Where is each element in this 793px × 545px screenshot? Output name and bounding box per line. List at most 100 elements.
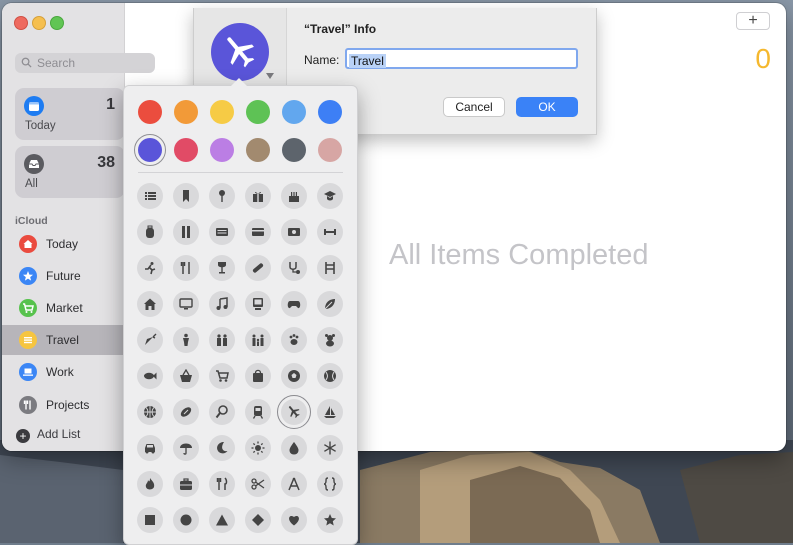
person-icon[interactable] — [173, 327, 199, 353]
sidebar-item-projects[interactable]: Projects — [2, 390, 124, 420]
desktop-icon[interactable] — [245, 291, 271, 317]
baseball-icon[interactable] — [317, 363, 343, 389]
name-field[interactable]: Travel — [345, 48, 578, 69]
family-icon[interactable] — [245, 327, 271, 353]
smart-list-today[interactable]: 1 Today — [15, 88, 125, 140]
sidebar-item-work[interactable]: Work — [2, 357, 124, 387]
fork-knife-icon[interactable] — [173, 255, 199, 281]
cake-icon[interactable] — [281, 183, 307, 209]
diamond-icon[interactable] — [245, 507, 271, 533]
sidebar-item-market[interactable]: Market — [2, 293, 124, 323]
color-swatch[interactable] — [246, 138, 270, 162]
plus-circle-icon: + — [16, 429, 30, 443]
backpack-icon[interactable] — [137, 219, 163, 245]
carrot-icon[interactable] — [137, 327, 163, 353]
color-swatch[interactable] — [174, 138, 198, 162]
search-icon — [21, 57, 32, 68]
star-icon — [19, 267, 37, 285]
football-icon[interactable] — [173, 399, 199, 425]
credit-card-icon[interactable] — [245, 219, 271, 245]
color-swatch[interactable] — [134, 134, 166, 166]
list-badge-button[interactable] — [211, 23, 269, 81]
pencil-ruler-icon[interactable] — [173, 219, 199, 245]
drop-icon[interactable] — [281, 435, 307, 461]
monitor-icon[interactable] — [173, 291, 199, 317]
color-swatch[interactable] — [174, 100, 198, 124]
basket-icon[interactable] — [173, 363, 199, 389]
train-icon[interactable] — [245, 399, 271, 425]
sidebar-item-label: Future — [46, 269, 81, 283]
color-swatch[interactable] — [282, 138, 306, 162]
wine-glass-icon[interactable] — [209, 255, 235, 281]
sidebar-item-future[interactable]: Future — [2, 261, 124, 291]
money-icon[interactable] — [281, 219, 307, 245]
zoom-window-button[interactable] — [50, 16, 64, 30]
dumbbell-icon[interactable] — [317, 219, 343, 245]
bookmark-icon[interactable] — [173, 183, 199, 209]
sidebar-item-travel[interactable]: Travel — [2, 325, 124, 355]
color-swatch[interactable] — [138, 100, 162, 124]
triangle-icon[interactable] — [209, 507, 235, 533]
basketball-icon[interactable] — [137, 399, 163, 425]
sidebar-item-label: Travel — [46, 333, 79, 347]
briefcase-icon[interactable] — [173, 471, 199, 497]
braces-icon[interactable] — [317, 471, 343, 497]
popover-arrow — [230, 78, 248, 87]
house-icon[interactable] — [137, 291, 163, 317]
add-reminder-button[interactable]: + — [736, 12, 770, 30]
color-swatch[interactable] — [282, 100, 306, 124]
paw-icon[interactable] — [281, 327, 307, 353]
list-icon[interactable] — [137, 183, 163, 209]
badge-picker-popover — [123, 78, 358, 545]
color-swatch[interactable] — [210, 138, 234, 162]
snowflake-icon[interactable] — [317, 435, 343, 461]
people-icon[interactable] — [209, 327, 235, 353]
leaf-icon[interactable] — [317, 291, 343, 317]
cancel-button[interactable]: Cancel — [443, 97, 505, 117]
pills-icon[interactable] — [245, 255, 271, 281]
compass-icon[interactable] — [281, 471, 307, 497]
close-window-button[interactable] — [14, 16, 28, 30]
color-swatch[interactable] — [210, 100, 234, 124]
laptop-icon — [19, 363, 37, 381]
square-icon[interactable] — [137, 507, 163, 533]
smart-list-all[interactable]: 38 All — [15, 146, 125, 198]
add-list-button[interactable]: + Add List — [16, 427, 80, 443]
moon-icon[interactable] — [209, 435, 235, 461]
sun-icon[interactable] — [245, 435, 271, 461]
flame-icon[interactable] — [137, 471, 163, 497]
minimize-window-button[interactable] — [32, 16, 46, 30]
chair-icon[interactable] — [317, 255, 343, 281]
heart-icon[interactable] — [281, 507, 307, 533]
circle-icon[interactable] — [173, 507, 199, 533]
gift-icon[interactable] — [245, 183, 271, 209]
car-icon[interactable] — [137, 435, 163, 461]
graduation-cap-icon[interactable] — [317, 183, 343, 209]
stethoscope-icon[interactable] — [281, 255, 307, 281]
music-note-icon[interactable] — [209, 291, 235, 317]
sailboat-icon[interactable] — [317, 399, 343, 425]
shopping-bag-icon[interactable] — [245, 363, 271, 389]
color-swatch[interactable] — [318, 138, 342, 162]
name-label: Name: — [304, 53, 340, 67]
running-icon[interactable] — [137, 255, 163, 281]
smart-list-label: All — [25, 178, 38, 190]
star-icon[interactable] — [317, 507, 343, 533]
sidebar-item-today[interactable]: Today — [2, 229, 124, 259]
tennis-icon[interactable] — [209, 399, 235, 425]
ok-button[interactable]: OK — [516, 97, 578, 117]
chevron-down-icon[interactable] — [266, 73, 274, 79]
cart-icon[interactable] — [209, 363, 235, 389]
scissors-icon[interactable] — [245, 471, 271, 497]
utensils-icon[interactable] — [209, 471, 235, 497]
color-swatch[interactable] — [246, 100, 270, 124]
soccer-ball-icon[interactable] — [281, 363, 307, 389]
pin-icon[interactable] — [209, 183, 235, 209]
teddy-bear-icon[interactable] — [317, 327, 343, 353]
airplane-icon[interactable] — [277, 395, 311, 429]
umbrella-icon[interactable] — [173, 435, 199, 461]
color-swatch[interactable] — [318, 100, 342, 124]
document-icon[interactable] — [209, 219, 235, 245]
gamepad-icon[interactable] — [281, 291, 307, 317]
fish-icon[interactable] — [137, 363, 163, 389]
